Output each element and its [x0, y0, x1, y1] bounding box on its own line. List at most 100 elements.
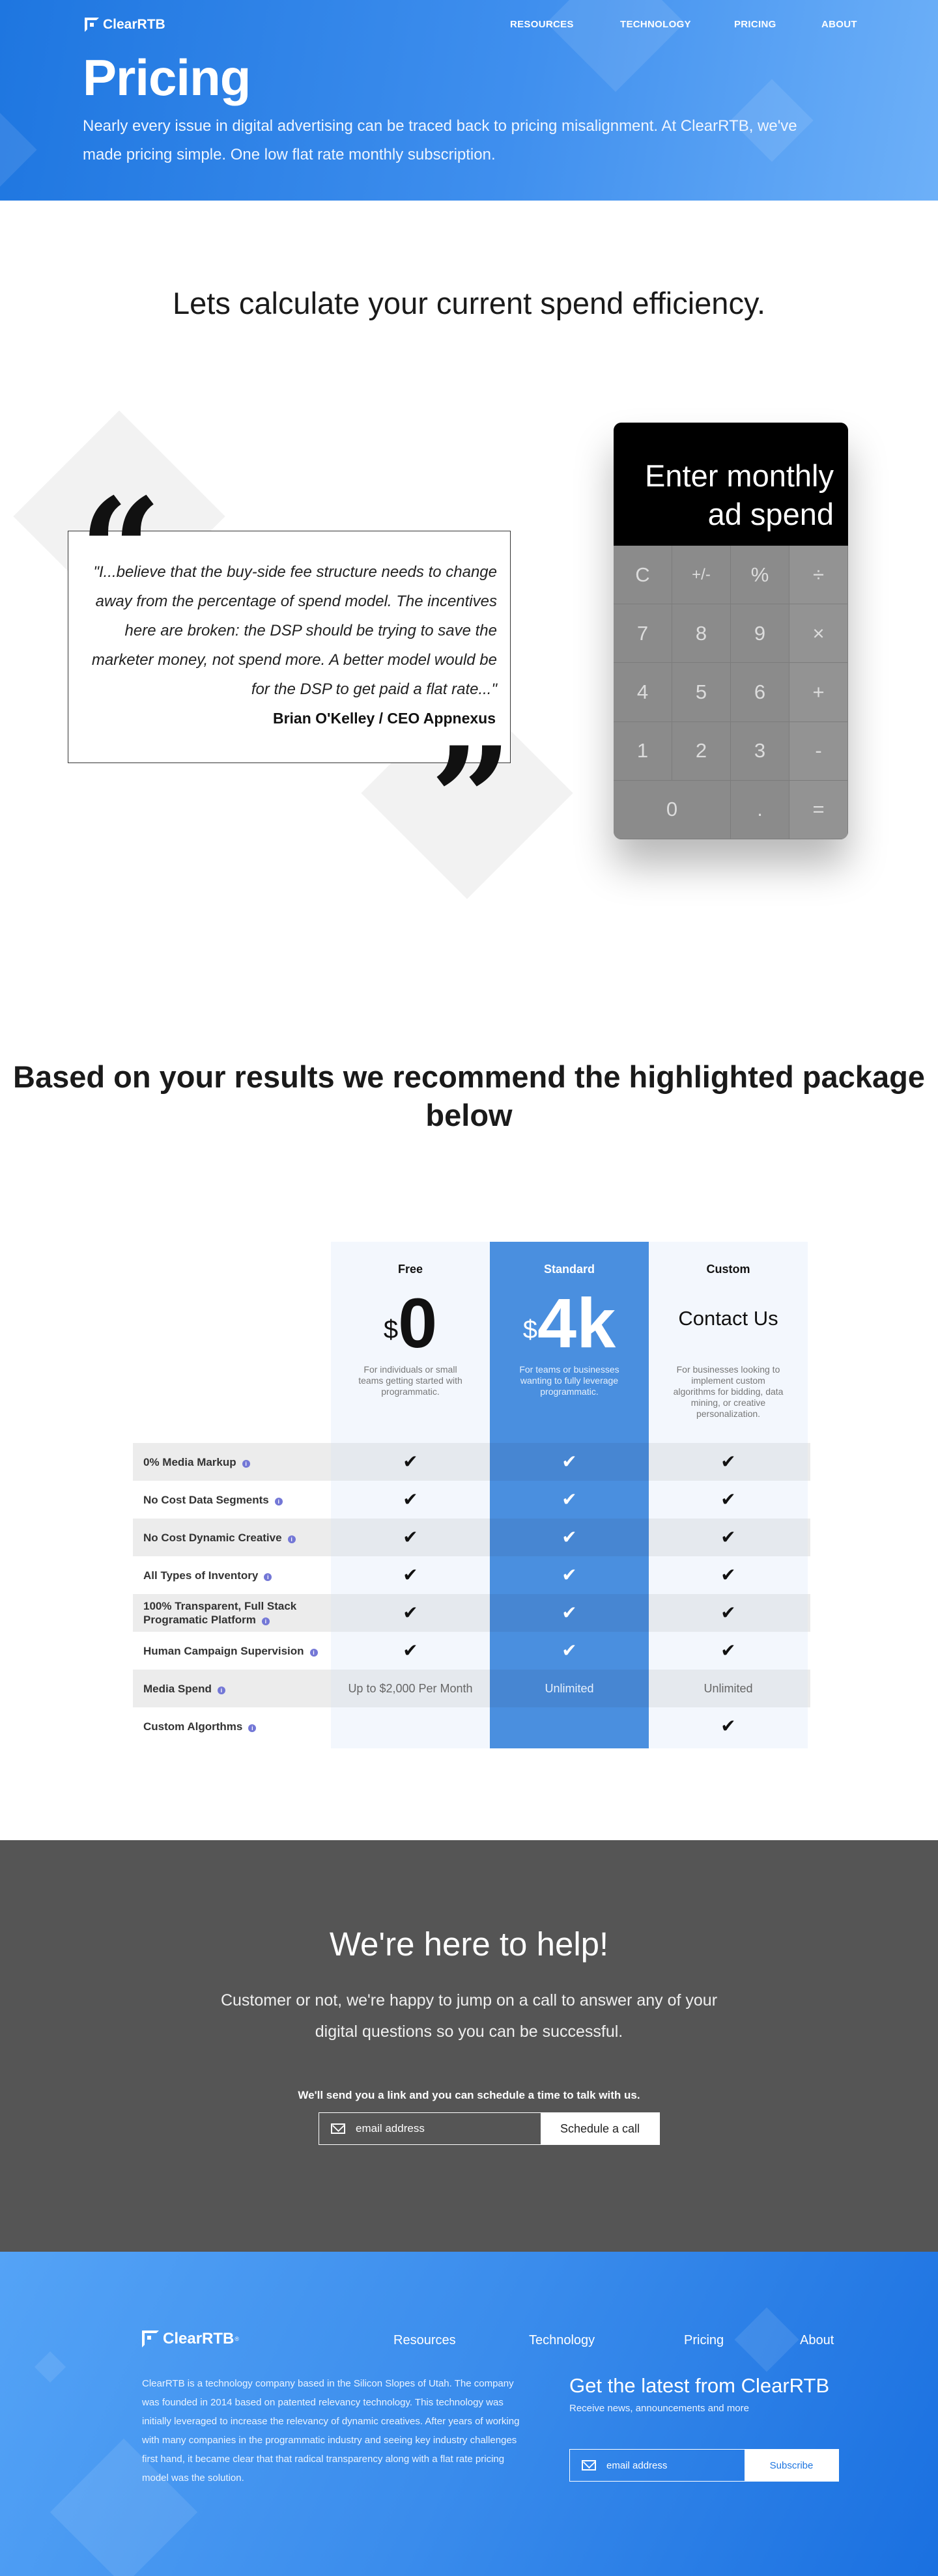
- calc-key[interactable]: =: [789, 780, 848, 839]
- feature-row: No Cost Data Segments i ✔ ✔ ✔: [133, 1481, 810, 1519]
- feature-label-text: Media Spend: [143, 1682, 212, 1695]
- feature-label: 100% Transparent, Full Stack Programatic…: [143, 1594, 326, 1632]
- feature-value: Unlimited: [490, 1670, 649, 1707]
- feature-label-text: No Cost Data Segments: [143, 1493, 269, 1506]
- check-icon: ✔: [649, 1632, 808, 1670]
- brand-name: ClearRTB: [163, 2330, 234, 2347]
- footer-nav-technology[interactable]: Technology: [529, 2333, 595, 2348]
- calc-key[interactable]: 4: [614, 663, 672, 722]
- decor-diamond: [546, 0, 685, 92]
- footer-nav-resources[interactable]: Resources: [393, 2333, 456, 2348]
- nav-resources[interactable]: RESOURCES: [510, 19, 574, 30]
- calc-key[interactable]: .: [731, 780, 789, 839]
- nav-pricing[interactable]: PRICING: [734, 19, 776, 30]
- help-description: Customer or not, we're happy to jump on …: [220, 1991, 718, 2041]
- nav-about[interactable]: ABOUT: [821, 19, 857, 30]
- calc-key[interactable]: 5: [672, 663, 731, 722]
- calc-key[interactable]: 7: [614, 604, 672, 664]
- calc-key[interactable]: %: [731, 546, 789, 605]
- hero-description: Nearly every issue in digital advertisin…: [83, 117, 797, 163]
- plan-contact-us[interactable]: Contact Us: [649, 1307, 808, 1330]
- help-section: We're here to help! Customer or not, we'…: [0, 1840, 938, 2252]
- help-note: We'll send you a link and you can schedu…: [298, 2089, 640, 2101]
- decor-diamond: [34, 2351, 66, 2383]
- feature-row: Human Campaign Supervision i ✔ ✔ ✔: [133, 1632, 810, 1670]
- plan-price-standard: $4k: [490, 1287, 649, 1359]
- check-icon: ✔: [649, 1707, 808, 1745]
- schedule-call-form: email address Schedule a call: [319, 2112, 660, 2145]
- calculator-keypad: C +/-% ÷ 7 8 9 × 4 5 6 +1 2 3-0. =: [614, 546, 848, 839]
- check-icon: ✔: [649, 1556, 808, 1594]
- check-icon: ✔: [331, 1556, 490, 1594]
- feature-label: Custom Algorthms i: [143, 1707, 326, 1745]
- calculator-display[interactable]: Enter monthly ad spend: [614, 423, 848, 546]
- feature-label-text: 0% Media Markup: [143, 1455, 236, 1468]
- info-icon[interactable]: i: [264, 1573, 272, 1581]
- mail-icon: [582, 2460, 596, 2471]
- feature-label: No Cost Data Segments i: [143, 1481, 326, 1519]
- calc-key[interactable]: 6: [731, 663, 789, 722]
- calc-key[interactable]: +: [789, 663, 848, 722]
- info-icon[interactable]: i: [274, 1497, 283, 1505]
- calc-key[interactable]: +/-: [672, 546, 731, 605]
- plan-desc-custom: For businesses looking to implement cust…: [673, 1364, 784, 1419]
- email-placeholder: email address: [356, 2122, 425, 2135]
- calc-key[interactable]: 9: [731, 604, 789, 664]
- schedule-call-button[interactable]: Schedule a call: [541, 2113, 659, 2144]
- feature-label: All Types of Inventory i: [143, 1556, 326, 1594]
- calc-key[interactable]: 8: [672, 604, 731, 664]
- brand-name: ClearRTB: [103, 17, 165, 32]
- feature-row: Media Spend i Up to $2,000 Per Month Unlimi…: [133, 1670, 810, 1707]
- calc-key[interactable]: 2: [672, 721, 731, 781]
- check-icon: ✔: [490, 1594, 649, 1632]
- calc-key[interactable]: -: [789, 721, 848, 781]
- decor-diamond: [0, 113, 37, 187]
- feature-row: No Cost Dynamic Creative i ✔ ✔ ✔: [133, 1519, 810, 1556]
- feature-label-text: Custom Algorthms: [143, 1720, 243, 1733]
- newsletter-form: email address Subscribe: [569, 2449, 839, 2482]
- info-icon[interactable]: i: [248, 1724, 257, 1732]
- calc-key[interactable]: ÷: [789, 546, 848, 605]
- check-icon: ✔: [331, 1481, 490, 1519]
- hero-banner: ClearRTB RESOURCES TECHNOLOGY PRICING AB…: [0, 0, 938, 201]
- email-field[interactable]: email address: [319, 2113, 541, 2144]
- check-icon: ✔: [490, 1519, 649, 1556]
- company-about: ClearRTB is a technology company based i…: [142, 2378, 520, 2484]
- subscribe-button[interactable]: Subscribe: [745, 2450, 838, 2481]
- feature-row: 0% Media Markup i ✔ ✔ ✔: [133, 1443, 810, 1481]
- page-title: Pricing: [83, 49, 251, 106]
- check-icon: ✔: [331, 1443, 490, 1481]
- logo-icon: [142, 2331, 159, 2347]
- newsletter-subtitle: Receive news, announcements and more: [569, 2403, 749, 2414]
- check-icon: ✔: [490, 1481, 649, 1519]
- decor-diamond: [734, 2307, 799, 2372]
- footer-logo[interactable]: ClearRTB ®: [142, 2330, 239, 2348]
- footer-nav-about[interactable]: About: [800, 2333, 834, 2348]
- calc-key[interactable]: 3: [731, 721, 789, 781]
- info-icon[interactable]: i: [217, 1686, 225, 1694]
- feature-label-text: All Types of Inventory: [143, 1569, 259, 1582]
- info-icon[interactable]: i: [261, 1617, 270, 1625]
- footer-nav-pricing[interactable]: Pricing: [684, 2333, 724, 2348]
- plan-desc-standard: For teams or businesses wanting to fully…: [519, 1364, 619, 1397]
- feature-row: 100% Transparent, Full Stack Programatic…: [133, 1594, 810, 1632]
- calc-key[interactable]: ×: [789, 604, 848, 664]
- nav-technology[interactable]: TECHNOLOGY: [620, 19, 691, 30]
- pricing-table: Free Standard Custom $0 $4k Contact Us F…: [133, 1242, 810, 1748]
- feature-label-text: 100% Transparent, Full Stack Programatic…: [143, 1600, 297, 1626]
- plan-desc-free: For individuals or small teams getting s…: [358, 1364, 462, 1397]
- email-placeholder: email address: [606, 2459, 668, 2471]
- calc-key[interactable]: C: [614, 546, 672, 605]
- brand-logo[interactable]: ClearRTB: [85, 17, 165, 33]
- calc-key[interactable]: 0: [614, 780, 731, 839]
- newsletter-email-field[interactable]: email address: [570, 2450, 745, 2481]
- calc-key[interactable]: 1: [614, 721, 672, 781]
- feature-row: All Types of Inventory i ✔ ✔ ✔: [133, 1556, 810, 1594]
- info-icon[interactable]: i: [309, 1648, 318, 1657]
- feature-label: Human Campaign Supervision i: [143, 1632, 326, 1670]
- info-icon[interactable]: i: [242, 1459, 250, 1468]
- logo-icon: [85, 18, 99, 32]
- check-icon: ✔: [649, 1519, 808, 1556]
- info-icon[interactable]: i: [287, 1535, 296, 1543]
- feature-value: Unlimited: [649, 1670, 808, 1707]
